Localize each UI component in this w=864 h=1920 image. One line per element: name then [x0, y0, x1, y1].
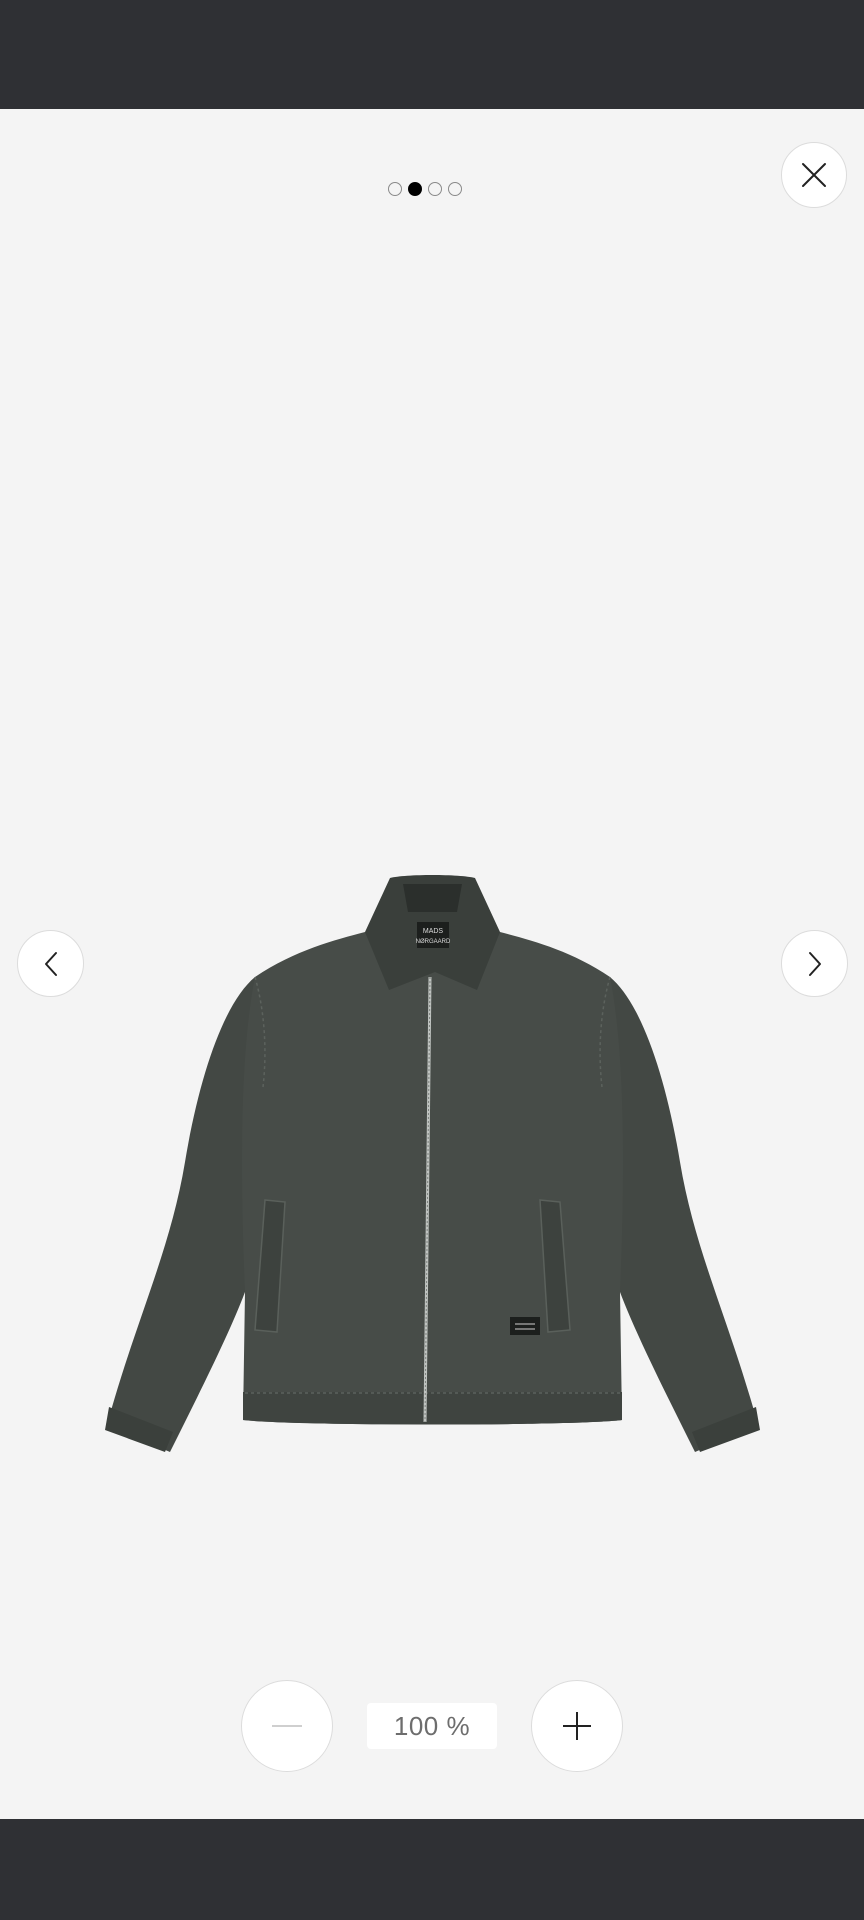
minus-icon — [272, 1725, 302, 1727]
image-pagination — [388, 182, 462, 196]
pagination-dot[interactable] — [448, 182, 462, 196]
pagination-dot[interactable] — [428, 182, 442, 196]
zoom-out-button[interactable] — [241, 1680, 333, 1772]
close-button[interactable] — [781, 142, 847, 208]
pagination-dot[interactable] — [388, 182, 402, 196]
plus-icon — [563, 1712, 591, 1740]
chevron-left-icon — [44, 951, 57, 976]
collar-label-line: MADS — [423, 928, 444, 935]
close-icon — [802, 163, 826, 187]
navigation-bar — [0, 1819, 864, 1920]
previous-image-button[interactable] — [17, 930, 84, 997]
zoom-in-button[interactable] — [531, 1680, 623, 1772]
chevron-right-icon — [808, 951, 821, 976]
pagination-dot-active[interactable] — [408, 182, 422, 196]
product-image: MADS NØRGAARD — [105, 875, 760, 1452]
next-image-button[interactable] — [781, 930, 848, 997]
zoom-level-display: 100 % — [367, 1703, 497, 1749]
status-bar — [0, 0, 864, 109]
collar-label-line: NØRGAARD — [416, 939, 451, 945]
